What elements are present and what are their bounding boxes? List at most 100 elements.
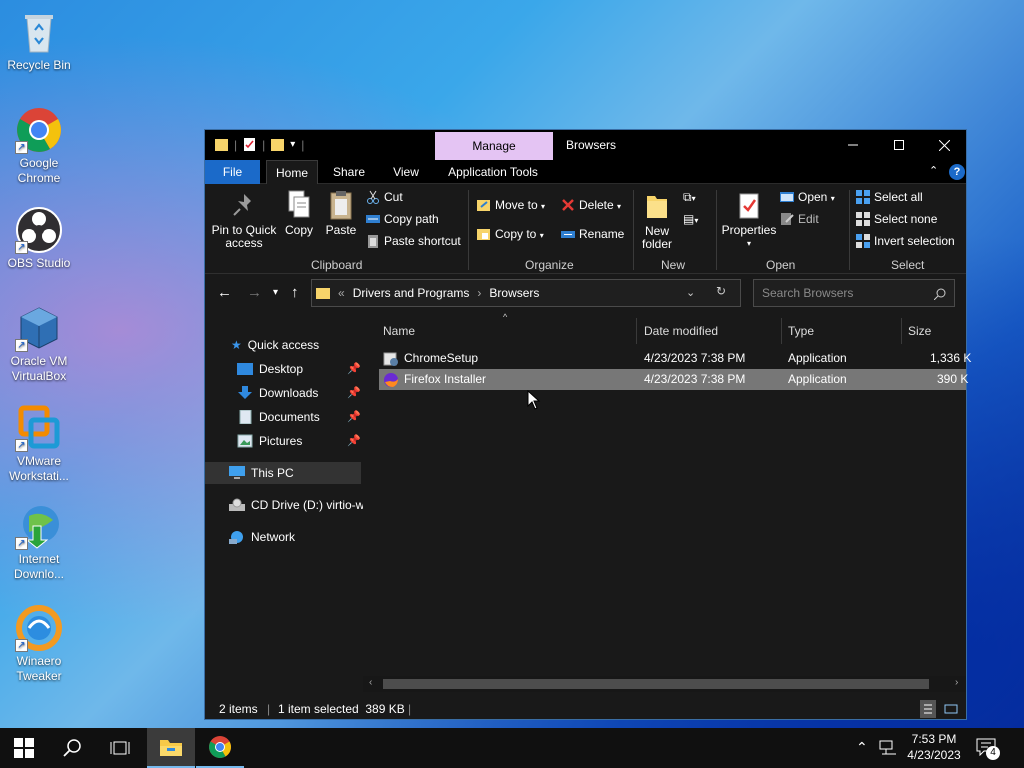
nav-this-pc[interactable]: This PC: [205, 462, 361, 484]
properties-button[interactable]: Properties ▾: [721, 192, 777, 250]
breadcrumb-drivers-and-programs[interactable]: Drivers and Programs: [353, 286, 470, 300]
column-header-date-modified[interactable]: Date modified: [644, 324, 718, 338]
maximize-icon: [894, 140, 904, 150]
select-none-button[interactable]: Select none: [856, 212, 937, 226]
new-item-button[interactable]: ⧉▾: [683, 190, 696, 205]
start-button[interactable]: [0, 728, 48, 768]
nav-desktop[interactable]: Desktop 📌: [237, 358, 363, 380]
shortcut-arrow-icon: ↗: [15, 639, 28, 652]
maximize-button[interactable]: [876, 130, 922, 160]
overflow-chevron-icon[interactable]: «: [338, 286, 345, 300]
close-button[interactable]: [921, 130, 967, 160]
pin-icon[interactable]: 📌: [347, 430, 361, 452]
forward-arrow-icon[interactable]: →: [247, 284, 262, 301]
easy-access-button[interactable]: ▤▾: [683, 212, 698, 226]
pin-icon[interactable]: 📌: [347, 406, 361, 428]
show-hidden-icons-chevron-icon[interactable]: ⌃: [856, 739, 868, 756]
pin-to-quick-access-button[interactable]: Pin to Quick access: [211, 192, 277, 250]
cut-button[interactable]: Cut: [366, 190, 403, 204]
select-all-label: Select all: [874, 190, 923, 204]
tab-manage[interactable]: Manage: [435, 132, 553, 160]
taskbar-google-chrome[interactable]: [196, 728, 244, 768]
edit-button[interactable]: Edit: [780, 212, 819, 226]
title-bar[interactable]: | | ▾ | Manage Browsers: [205, 130, 966, 160]
rename-button[interactable]: Rename: [561, 227, 624, 241]
file-row-chromesetup[interactable]: ChromeSetup 4/23/2023 7:38 PM Applicatio…: [379, 348, 971, 369]
desktop-icon-vmware[interactable]: ↗ VMware Workstati...: [0, 404, 78, 484]
open-button[interactable]: Open ▾: [780, 190, 835, 204]
rename-icon: [561, 227, 575, 241]
up-arrow-icon[interactable]: ↑: [291, 284, 299, 301]
task-view-button[interactable]: [96, 728, 144, 768]
tab-view[interactable]: View: [388, 160, 424, 184]
copy-path-button[interactable]: Copy path: [366, 212, 439, 226]
tab-home[interactable]: Home: [266, 160, 318, 185]
delete-label: Delete: [579, 198, 614, 212]
search-button[interactable]: [48, 728, 96, 768]
nav-pictures[interactable]: Pictures 📌: [237, 430, 363, 452]
folder-icon[interactable]: [215, 137, 228, 152]
properties-icon[interactable]: [243, 137, 256, 152]
nav-quick-access[interactable]: ★ Quick access: [231, 334, 319, 356]
desktop-icon-virtualbox[interactable]: ↗ Oracle VM VirtualBox: [0, 304, 78, 384]
column-divider[interactable]: [781, 318, 782, 344]
refresh-icon[interactable]: ↻: [716, 284, 726, 298]
column-header-name[interactable]: Name: [383, 324, 415, 338]
column-header-type[interactable]: Type: [788, 324, 814, 338]
help-icon[interactable]: ?: [949, 164, 965, 180]
minimize-button[interactable]: [830, 130, 876, 160]
nav-documents[interactable]: Documents 📌: [237, 406, 363, 428]
move-to-button[interactable]: Move to ▾: [477, 198, 545, 212]
desktop-icon-obs-studio[interactable]: ↗ OBS Studio: [0, 206, 78, 271]
breadcrumb-browsers[interactable]: Browsers: [489, 286, 539, 300]
new-folder-icon[interactable]: [271, 137, 285, 152]
column-divider[interactable]: [901, 318, 902, 344]
file-list-pane[interactable]: ^ Name Date modified Type Size ChromeSet…: [363, 312, 971, 692]
large-icons-view-button[interactable]: [943, 700, 959, 718]
taskbar-file-explorer[interactable]: [147, 728, 195, 768]
details-view-button[interactable]: [920, 700, 936, 718]
scrollbar-thumb[interactable]: [383, 679, 929, 689]
back-arrow-icon[interactable]: ←: [217, 284, 232, 301]
nav-downloads[interactable]: Downloads 📌: [237, 382, 363, 404]
horizontal-scrollbar[interactable]: ‹ ›: [363, 676, 966, 692]
desktop-icon-recycle-bin[interactable]: Recycle Bin: [0, 8, 78, 73]
tab-share[interactable]: Share: [328, 160, 370, 184]
desktop-icon-internet-download-manager[interactable]: ↗ Internet Downlo...: [0, 502, 78, 582]
delete-button[interactable]: Delete ▾: [561, 198, 621, 212]
system-clock[interactable]: 7:53 PM 4/23/2023: [896, 731, 972, 763]
paste-shortcut-button[interactable]: Paste shortcut: [366, 234, 461, 248]
address-history-chevron-icon[interactable]: ⌄: [686, 286, 695, 299]
search-input[interactable]: Search Browsers: [753, 279, 955, 307]
search-icon: [63, 739, 81, 757]
copy-to-button[interactable]: Copy to ▾: [477, 227, 544, 241]
paste-shortcut-label: Paste shortcut: [384, 234, 461, 248]
collapse-ribbon-icon[interactable]: ⌃: [929, 164, 938, 177]
copy-button[interactable]: Copy: [283, 190, 315, 237]
pin-icon[interactable]: 📌: [347, 382, 361, 404]
nav-cd-drive[interactable]: CD Drive (D:) virtio-w: [229, 494, 363, 516]
desktop-icon-winaero-tweaker[interactable]: ↗ Winaero Tweaker: [0, 604, 78, 684]
file-explorer-window[interactable]: | | ▾ | Manage Browsers File Home Share …: [204, 129, 971, 720]
invert-selection-button[interactable]: Invert selection: [856, 234, 955, 248]
pin-icon[interactable]: 📌: [347, 358, 361, 380]
tab-application-tools[interactable]: Application Tools: [443, 160, 543, 184]
new-folder-button[interactable]: New folder: [637, 192, 677, 251]
address-bar[interactable]: « Drivers and Programs › Browsers ⌄ ↻: [311, 279, 741, 307]
scroll-right-icon[interactable]: ›: [955, 677, 958, 688]
tab-file[interactable]: File: [205, 160, 260, 184]
paste-button[interactable]: Paste: [325, 190, 357, 237]
scroll-left-icon[interactable]: ‹: [369, 677, 372, 688]
action-center-button[interactable]: 4: [974, 736, 1000, 760]
nav-network[interactable]: Network: [229, 526, 295, 548]
breadcrumb-separator-icon[interactable]: ›: [477, 286, 481, 300]
desktop-icon-google-chrome[interactable]: ↗ Google Chrome: [0, 106, 78, 186]
select-all-button[interactable]: Select all: [856, 190, 923, 204]
column-divider[interactable]: [636, 318, 637, 344]
customize-toolbar-chevron-icon[interactable]: ▾: [290, 139, 295, 150]
file-row-firefox-installer[interactable]: Firefox Installer 4/23/2023 7:38 PM Appl…: [379, 369, 968, 390]
recent-locations-chevron-icon[interactable]: ▾: [273, 287, 278, 298]
network-icon[interactable]: [879, 740, 897, 756]
file-name: ChromeSetup: [404, 351, 479, 365]
column-header-size[interactable]: Size: [908, 324, 931, 338]
